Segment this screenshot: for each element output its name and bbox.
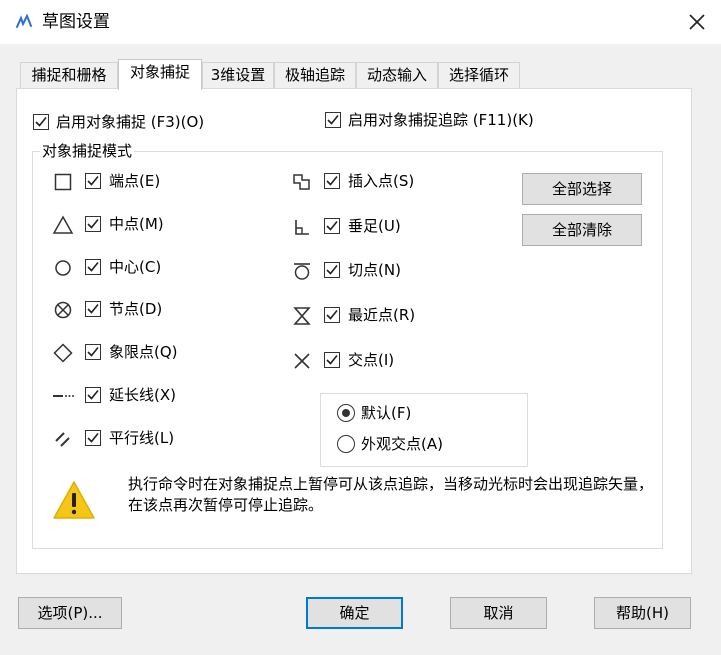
tab-object-snap[interactable]: 对象捕捉 bbox=[118, 59, 202, 90]
circle-icon bbox=[52, 257, 74, 279]
center-label: 中心(C) bbox=[109, 258, 162, 276]
midpoint-checkbox[interactable] bbox=[85, 216, 101, 232]
default-radio[interactable] bbox=[337, 404, 355, 422]
apparent-intersection-radio[interactable] bbox=[337, 435, 355, 453]
sketch-settings-icon bbox=[14, 12, 34, 32]
window-title: 草图设置 bbox=[42, 12, 110, 32]
enable-snap-checkbox[interactable] bbox=[33, 114, 49, 130]
parallel-icon bbox=[52, 428, 74, 450]
tracking-note: 执行命令时在对象捕捉点上暂停可从该点追踪，当移动光标时会出现追踪矢量，在该点再次… bbox=[128, 475, 654, 514]
insert-checkbox[interactable] bbox=[324, 173, 340, 189]
triangle-icon bbox=[52, 214, 74, 236]
cancel-button[interactable]: 取消 bbox=[450, 597, 547, 629]
extension-checkbox[interactable] bbox=[85, 387, 101, 403]
warning-icon bbox=[52, 480, 96, 520]
square-icon bbox=[52, 171, 74, 193]
options-button[interactable]: 选项(P)... bbox=[18, 597, 122, 629]
tab-selection-cycling[interactable]: 选择循环 bbox=[438, 62, 520, 88]
parallel-checkbox[interactable] bbox=[85, 430, 101, 446]
intersection-icon bbox=[291, 350, 313, 372]
quadrant-checkbox[interactable] bbox=[85, 344, 101, 360]
ok-button[interactable]: 确定 bbox=[306, 597, 403, 629]
extension-icon bbox=[52, 385, 74, 407]
clear-all-button[interactable]: 全部清除 bbox=[522, 214, 642, 246]
quadrant-label: 象限点(Q) bbox=[109, 343, 178, 361]
intersection-label: 交点(I) bbox=[348, 351, 395, 369]
parallel-label: 平行线(L) bbox=[109, 429, 175, 447]
diamond-icon bbox=[52, 342, 74, 364]
perpendicular-icon bbox=[291, 216, 313, 238]
nearest-label: 最近点(R) bbox=[348, 306, 416, 324]
center-checkbox[interactable] bbox=[85, 259, 101, 275]
midpoint-label: 中点(M) bbox=[109, 215, 164, 233]
default-radio-label: 默认(F) bbox=[361, 404, 412, 422]
insert-label: 插入点(S) bbox=[348, 172, 415, 190]
enable-snap-label: 启用对象捕捉 (F3)(O) bbox=[56, 113, 205, 131]
radio-group bbox=[320, 393, 528, 467]
select-all-button[interactable]: 全部选择 bbox=[522, 173, 642, 205]
tangent-icon bbox=[291, 260, 313, 282]
node-checkbox[interactable] bbox=[85, 301, 101, 317]
perpendicular-checkbox[interactable] bbox=[324, 218, 340, 234]
perpendicular-label: 垂足(U) bbox=[348, 217, 401, 235]
insert-icon bbox=[291, 171, 313, 193]
tangent-label: 切点(N) bbox=[348, 261, 401, 279]
tab-polar-tracking[interactable]: 极轴追踪 bbox=[274, 62, 356, 88]
enable-tracking-label: 启用对象捕捉追踪 (F11)(K) bbox=[348, 111, 534, 129]
node-label: 节点(D) bbox=[109, 300, 163, 318]
help-button[interactable]: 帮助(H) bbox=[594, 597, 691, 629]
enable-tracking-checkbox[interactable] bbox=[325, 112, 341, 128]
tangent-checkbox[interactable] bbox=[324, 262, 340, 278]
node-icon bbox=[52, 299, 74, 321]
intersection-checkbox[interactable] bbox=[324, 352, 340, 368]
apparent-intersection-label: 外观交点(A) bbox=[361, 435, 443, 453]
nearest-checkbox[interactable] bbox=[324, 307, 340, 323]
nearest-icon bbox=[291, 305, 313, 327]
tab-3d-settings[interactable]: 3维设置 bbox=[202, 62, 274, 88]
endpoint-checkbox[interactable] bbox=[85, 173, 101, 189]
endpoint-label: 端点(E) bbox=[109, 172, 161, 190]
snap-modes-title: 对象捕捉模式 bbox=[40, 141, 135, 161]
tab-dynamic-input[interactable]: 动态输入 bbox=[356, 62, 438, 88]
close-icon[interactable] bbox=[683, 8, 711, 36]
tab-snap-grid[interactable]: 捕捉和栅格 bbox=[20, 62, 118, 88]
extension-label: 延长线(X) bbox=[109, 386, 176, 404]
